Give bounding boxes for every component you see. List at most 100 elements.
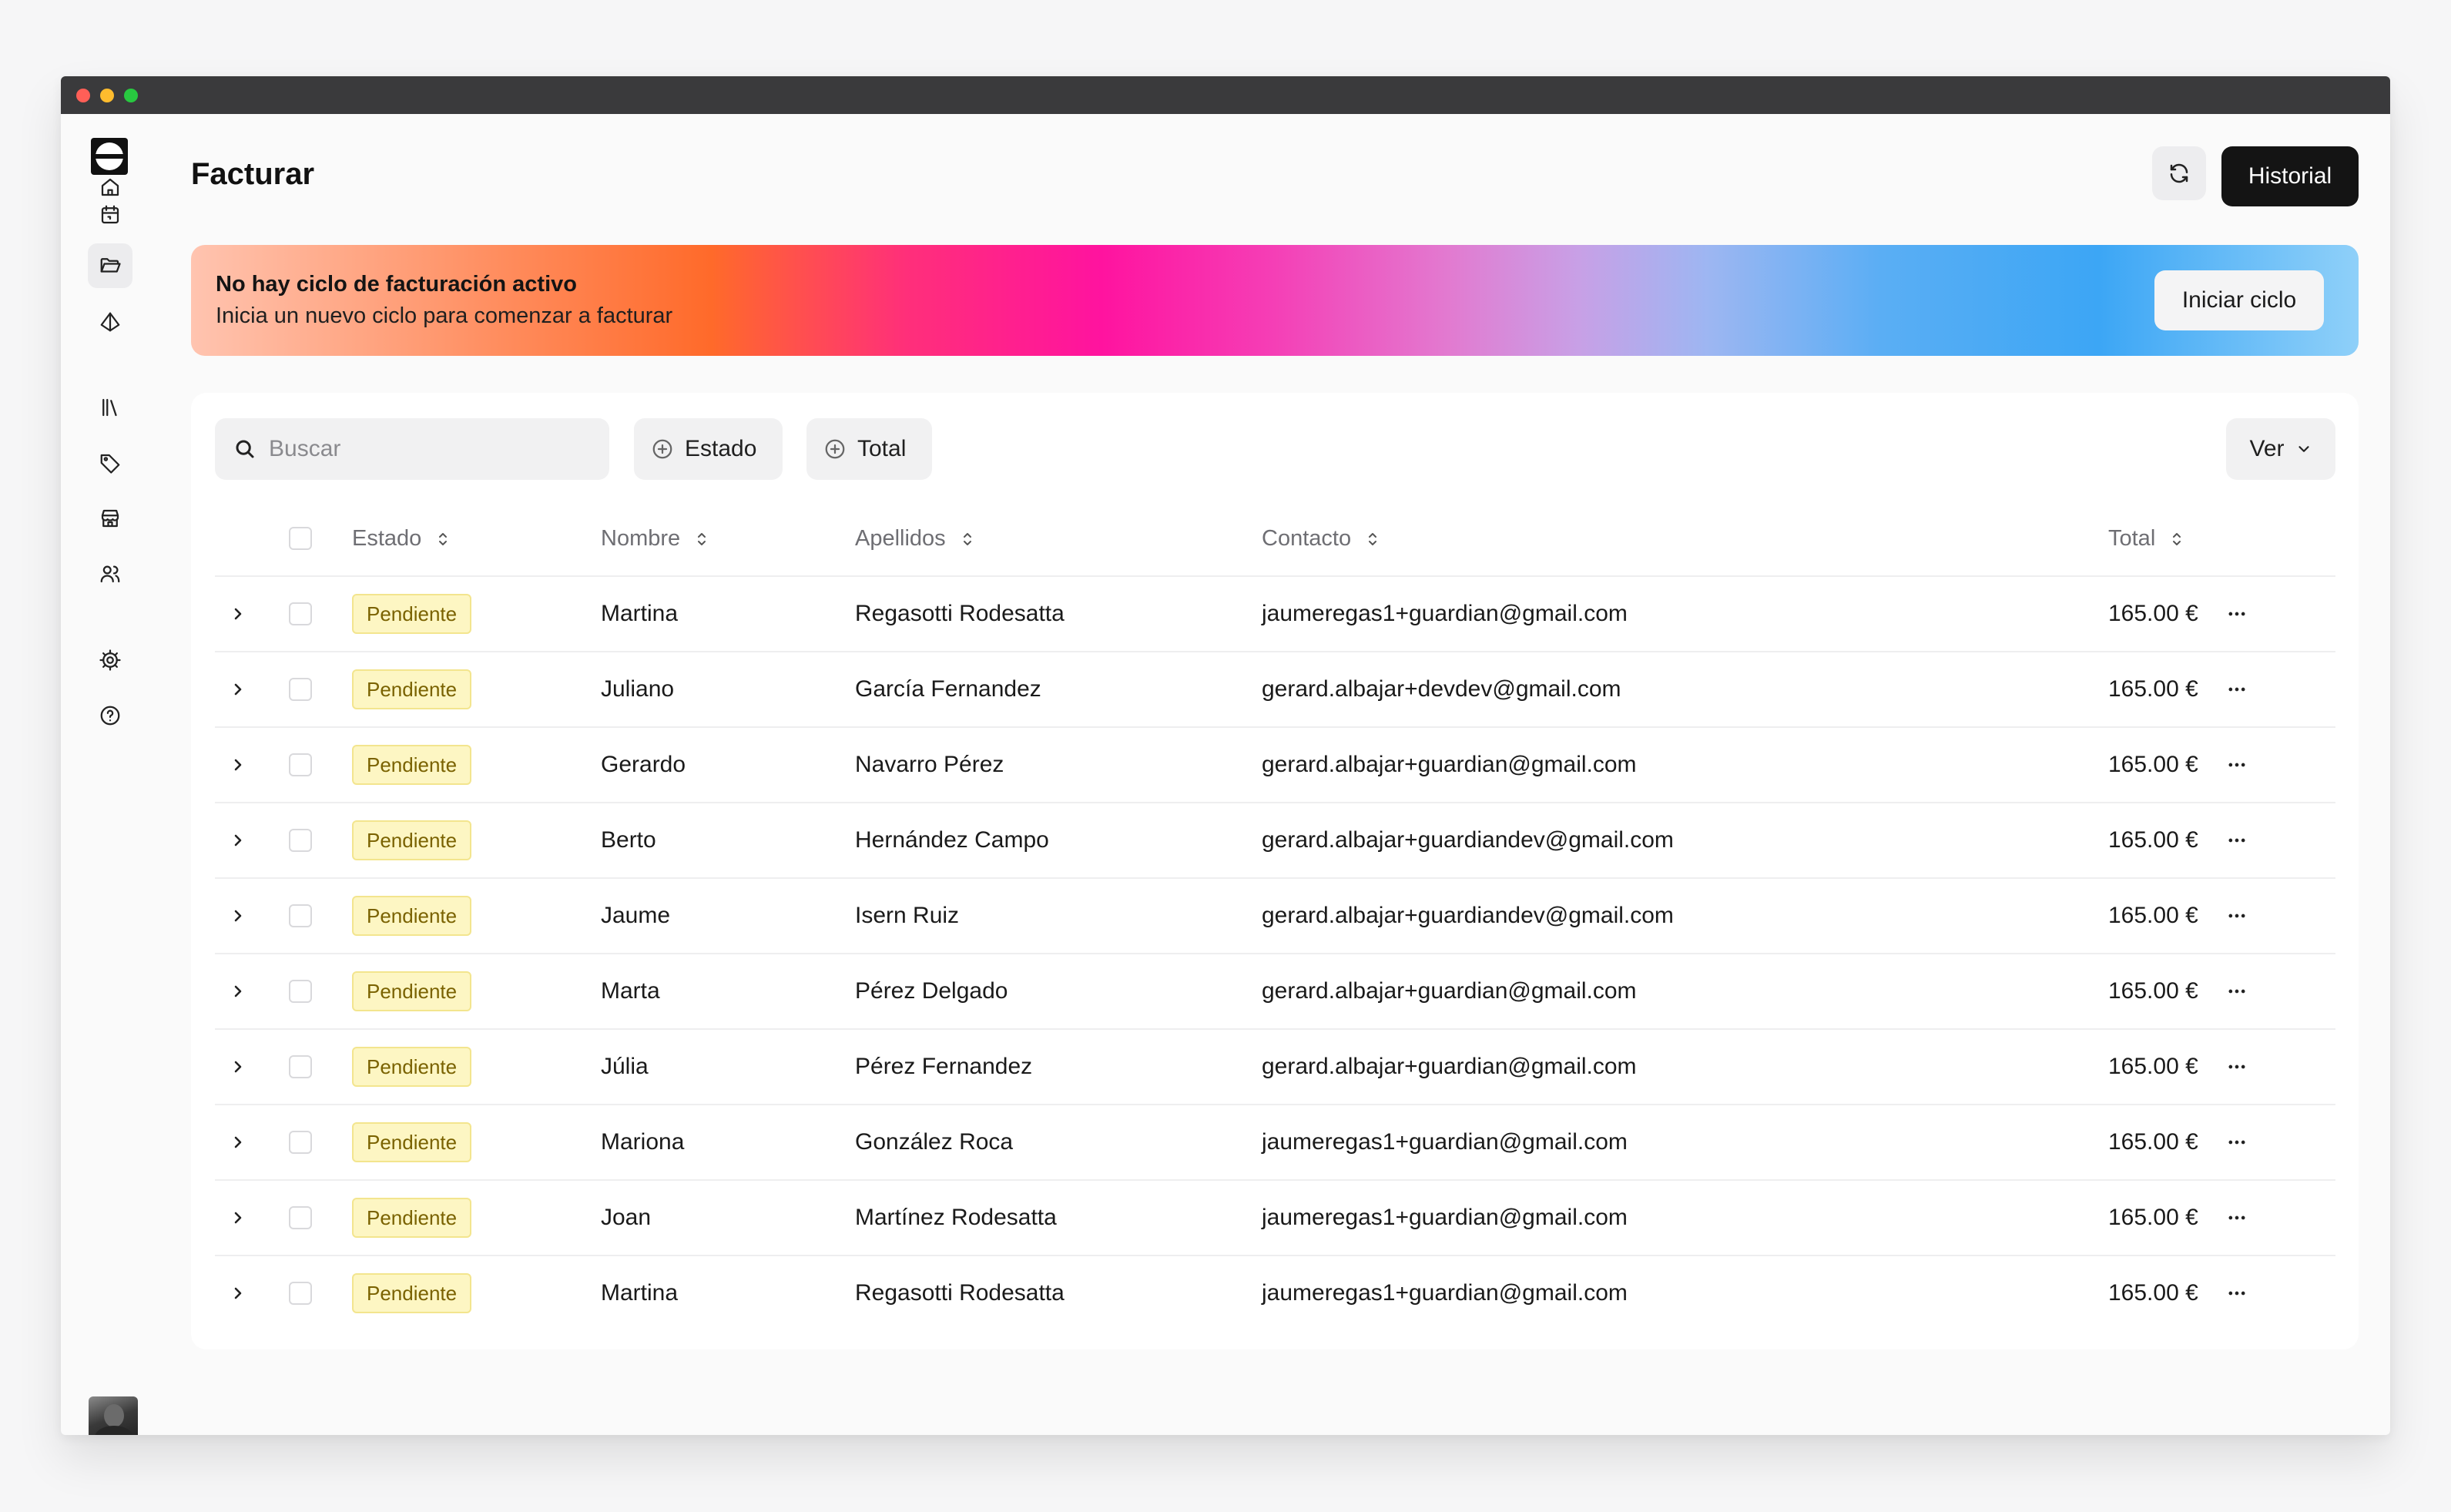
cell-estado: Pendiente bbox=[352, 803, 472, 877]
row-checkbox[interactable] bbox=[289, 678, 312, 701]
table-row[interactable]: Pendiente Martina Regasotti Rodesatta ja… bbox=[215, 1256, 2335, 1332]
chevron-right-icon bbox=[234, 1061, 242, 1073]
column-header-estado[interactable]: Estado bbox=[352, 501, 452, 577]
sidebar-item-tags[interactable] bbox=[88, 441, 132, 485]
start-cycle-button[interactable]: Iniciar ciclo bbox=[2154, 270, 2324, 330]
app-window: Facturar Historial No hay ciclo de factu… bbox=[61, 76, 2390, 1435]
row-actions-button[interactable] bbox=[2226, 1030, 2248, 1104]
expand-row-button[interactable] bbox=[229, 803, 247, 877]
row-checkbox[interactable] bbox=[289, 904, 312, 927]
filter-total-button[interactable]: Total bbox=[806, 418, 932, 480]
sidebar-item-calendar[interactable] bbox=[88, 193, 132, 237]
sort-icon bbox=[698, 532, 706, 545]
status-badge: Pendiente bbox=[352, 1273, 472, 1313]
sort-icon bbox=[1369, 532, 1377, 545]
view-options-button[interactable]: Ver bbox=[2226, 418, 2335, 480]
cell-apellidos: Pérez Delgado bbox=[855, 978, 1008, 1004]
cell-contacto: gerard.albajar+devdev@gmail.com bbox=[1262, 676, 1621, 702]
table-row[interactable]: Pendiente Martina Regasotti Rodesatta ja… bbox=[215, 577, 2335, 652]
column-header-apellidos[interactable]: Apellidos bbox=[855, 501, 977, 577]
cell-estado: Pendiente bbox=[352, 879, 472, 953]
table-row[interactable]: Pendiente Joan Martínez Rodesatta jaumer… bbox=[215, 1181, 2335, 1256]
sort-icon bbox=[963, 532, 971, 545]
sidebar-item-users[interactable] bbox=[88, 551, 132, 596]
expand-row-button[interactable] bbox=[229, 1256, 247, 1330]
sidebar-item-pyramid[interactable] bbox=[88, 300, 132, 344]
cell-estado: Pendiente bbox=[352, 728, 472, 802]
cell-nombre: Mariona bbox=[601, 1129, 685, 1155]
row-actions-button[interactable] bbox=[2226, 954, 2248, 1028]
sidebar-item-settings[interactable] bbox=[88, 638, 132, 682]
sidebar-item-library[interactable] bbox=[88, 385, 132, 430]
row-actions-button[interactable] bbox=[2226, 652, 2248, 726]
table-row[interactable]: Pendiente Berto Hernández Campo gerard.a… bbox=[215, 803, 2335, 879]
expand-row-button[interactable] bbox=[229, 577, 247, 651]
view-options-label: Ver bbox=[2249, 436, 2285, 461]
users-icon bbox=[100, 565, 120, 583]
cell-contacto: gerard.albajar+guardian@gmail.com bbox=[1262, 752, 1637, 777]
cell-total: 165.00 € bbox=[2108, 752, 2198, 777]
table-row[interactable]: Pendiente Marta Pérez Delgado gerard.alb… bbox=[215, 954, 2335, 1030]
expand-row-button[interactable] bbox=[229, 954, 247, 1028]
cell-estado: Pendiente bbox=[352, 1105, 472, 1179]
row-actions-button[interactable] bbox=[2226, 879, 2248, 953]
expand-row-button[interactable] bbox=[229, 1181, 247, 1255]
page-title: Facturar bbox=[191, 157, 315, 191]
column-header-nombre-label: Nombre bbox=[601, 526, 681, 551]
cell-nombre: Berto bbox=[601, 827, 656, 853]
cell-apellidos: Pérez Fernandez bbox=[855, 1054, 1033, 1079]
user-avatar[interactable] bbox=[89, 1396, 138, 1435]
row-checkbox[interactable] bbox=[289, 1282, 312, 1305]
expand-row-button[interactable] bbox=[229, 652, 247, 726]
row-checkbox[interactable] bbox=[289, 753, 312, 776]
calendar-icon bbox=[101, 205, 119, 224]
search-input[interactable] bbox=[269, 436, 577, 462]
sidebar-item-store[interactable] bbox=[88, 496, 132, 541]
cell-nombre: Gerardo bbox=[601, 752, 686, 777]
expand-row-button[interactable] bbox=[229, 1030, 247, 1104]
row-actions-button[interactable] bbox=[2226, 1181, 2248, 1255]
row-actions-button[interactable] bbox=[2226, 803, 2248, 877]
sidebar bbox=[61, 114, 161, 1435]
row-checkbox[interactable] bbox=[289, 1206, 312, 1229]
expand-row-button[interactable] bbox=[229, 728, 247, 802]
row-checkbox[interactable] bbox=[289, 829, 312, 852]
status-badge: Pendiente bbox=[352, 971, 472, 1011]
cell-apellidos: Navarro Pérez bbox=[855, 752, 1004, 777]
chevron-right-icon bbox=[234, 1287, 242, 1299]
table-row[interactable]: Pendiente Jaume Isern Ruiz gerard.albaja… bbox=[215, 879, 2335, 954]
table-row[interactable]: Pendiente Júlia Pérez Fernandez gerard.a… bbox=[215, 1030, 2335, 1105]
status-badge: Pendiente bbox=[352, 1198, 472, 1238]
row-checkbox[interactable] bbox=[289, 1055, 312, 1078]
expand-row-button[interactable] bbox=[229, 1105, 247, 1179]
table-row[interactable]: Pendiente Juliano García Fernandez gerar… bbox=[215, 652, 2335, 728]
row-checkbox[interactable] bbox=[289, 602, 312, 625]
history-button[interactable]: Historial bbox=[2221, 146, 2359, 206]
row-actions-button[interactable] bbox=[2226, 728, 2248, 802]
window-close-button[interactable] bbox=[76, 89, 90, 102]
table-row[interactable]: Pendiente Gerardo Navarro Pérez gerard.a… bbox=[215, 728, 2335, 803]
expand-row-button[interactable] bbox=[229, 879, 247, 953]
search-box[interactable] bbox=[215, 418, 609, 480]
cell-total: 165.00 € bbox=[2108, 1129, 2198, 1155]
row-actions-button[interactable] bbox=[2226, 577, 2248, 651]
sidebar-item-billing[interactable] bbox=[88, 243, 132, 288]
window-maximize-button[interactable] bbox=[124, 89, 138, 102]
sidebar-item-help[interactable] bbox=[88, 693, 132, 738]
cell-nombre: Martina bbox=[601, 1280, 679, 1306]
column-header-total[interactable]: Total bbox=[2108, 501, 2186, 577]
table-row[interactable]: Pendiente Mariona González Roca jaumereg… bbox=[215, 1105, 2335, 1181]
library-icon bbox=[102, 398, 117, 417]
row-actions-button[interactable] bbox=[2226, 1105, 2248, 1179]
row-checkbox[interactable] bbox=[289, 980, 312, 1003]
row-actions-button[interactable] bbox=[2226, 1256, 2248, 1330]
column-header-estado-label: Estado bbox=[352, 526, 422, 551]
pyramid-icon bbox=[100, 312, 120, 332]
select-all-checkbox[interactable] bbox=[289, 527, 312, 550]
column-header-nombre[interactable]: Nombre bbox=[601, 501, 711, 577]
refresh-button[interactable] bbox=[2152, 146, 2206, 200]
window-minimize-button[interactable] bbox=[100, 89, 114, 102]
column-header-contacto[interactable]: Contacto bbox=[1262, 501, 1382, 577]
filter-estado-button[interactable]: Estado bbox=[634, 418, 783, 480]
row-checkbox[interactable] bbox=[289, 1131, 312, 1154]
